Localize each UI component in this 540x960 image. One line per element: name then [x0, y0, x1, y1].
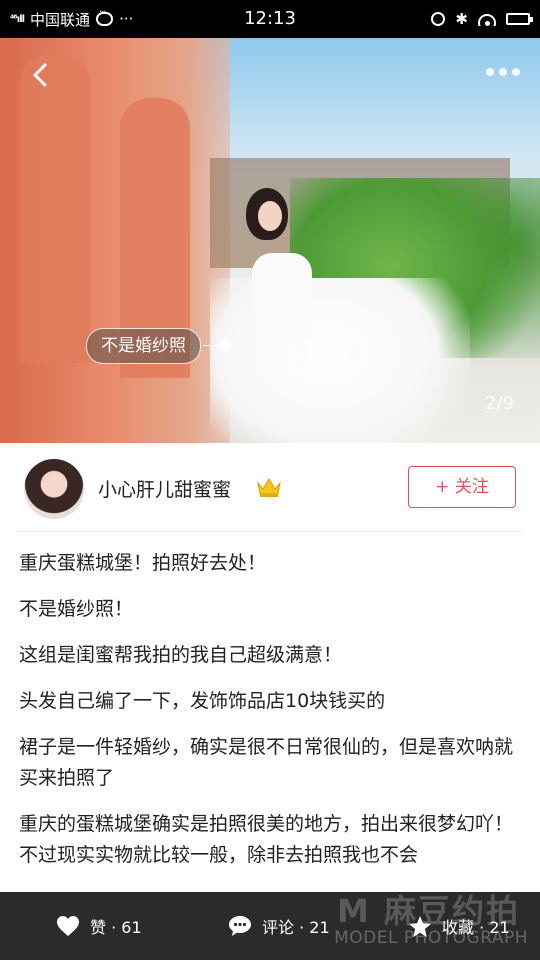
photo-tower [20, 53, 90, 363]
bluetooth-icon: ✱ [455, 10, 468, 28]
back-arrow-icon [33, 63, 47, 87]
photo-tag-connector [203, 345, 221, 346]
post-content: 重庆蛋糕城堡！拍照好去处！ 不是婚纱照！ 这组是闺蜜帮我拍的我自己超级满意！ 头… [19, 548, 524, 886]
avatar[interactable] [24, 459, 84, 519]
back-button[interactable] [28, 62, 54, 88]
author-name[interactable]: 小心肝儿甜蜜蜜 [98, 475, 231, 502]
photo-dress [210, 278, 470, 443]
heart-icon [57, 916, 79, 936]
comment-count: 评论 · 21 [262, 918, 330, 937]
more-options-button[interactable] [486, 68, 520, 76]
dot-icon [486, 68, 494, 76]
comment-button[interactable]: 评论 · 21 [228, 892, 330, 960]
comment-icon [229, 916, 251, 936]
wifi-icon [478, 12, 496, 26]
photo-tag-dot [220, 340, 230, 350]
like-button[interactable]: 赞 · 61 [56, 892, 142, 960]
post-paragraph: 重庆的蛋糕城堡确实是拍照很美的地方，拍出来很梦幻吖！不过现实实物就比较一般，除非… [19, 813, 514, 866]
follow-button[interactable]: + 关注 [408, 466, 516, 508]
like-count: 赞 · 61 [90, 918, 142, 937]
post-paragraph: 裙子是一件轻婚纱，确实是很不日常很仙的，但是喜欢呐就买来拍照了 [19, 736, 514, 789]
author-row: 小心肝儿甜蜜蜜 + 关注 [0, 443, 540, 533]
divider [18, 531, 522, 532]
post-paragraph: 不是婚纱照！ [19, 598, 134, 620]
status-right: ✱ [431, 0, 533, 38]
alarm-icon [431, 12, 446, 26]
favorite-button[interactable]: 收藏 · 21 [408, 892, 510, 960]
status-bar: ⁴⁶ıll 中国联通 ··· 12:13 ✱ [0, 0, 540, 38]
star-icon [409, 915, 431, 937]
post-paragraph: 重庆蛋糕城堡！拍照好去处！ [19, 552, 267, 574]
dot-icon [512, 68, 520, 76]
dot-icon [499, 68, 507, 76]
bottom-action-bar: 赞 · 61 评论 · 21 收藏 · 21 M 麻豆约拍 MODEL PHOT… [0, 892, 540, 960]
photo-tag[interactable]: 不是婚纱照 [86, 328, 201, 364]
photo-figure [252, 253, 312, 343]
photo-counter: 2/9 [485, 393, 514, 414]
photo-face [258, 201, 282, 231]
post-paragraph: 这组是闺蜜帮我拍的我自己超级满意！ [19, 644, 343, 666]
battery-icon [506, 13, 533, 25]
crown-icon [257, 478, 281, 497]
post-paragraph: 头发自己编了一下，发饰饰品店10块钱买的 [19, 690, 386, 712]
favorite-count: 收藏 · 21 [442, 918, 510, 937]
post-photo[interactable]: 不是婚纱照 2/9 [0, 38, 540, 443]
